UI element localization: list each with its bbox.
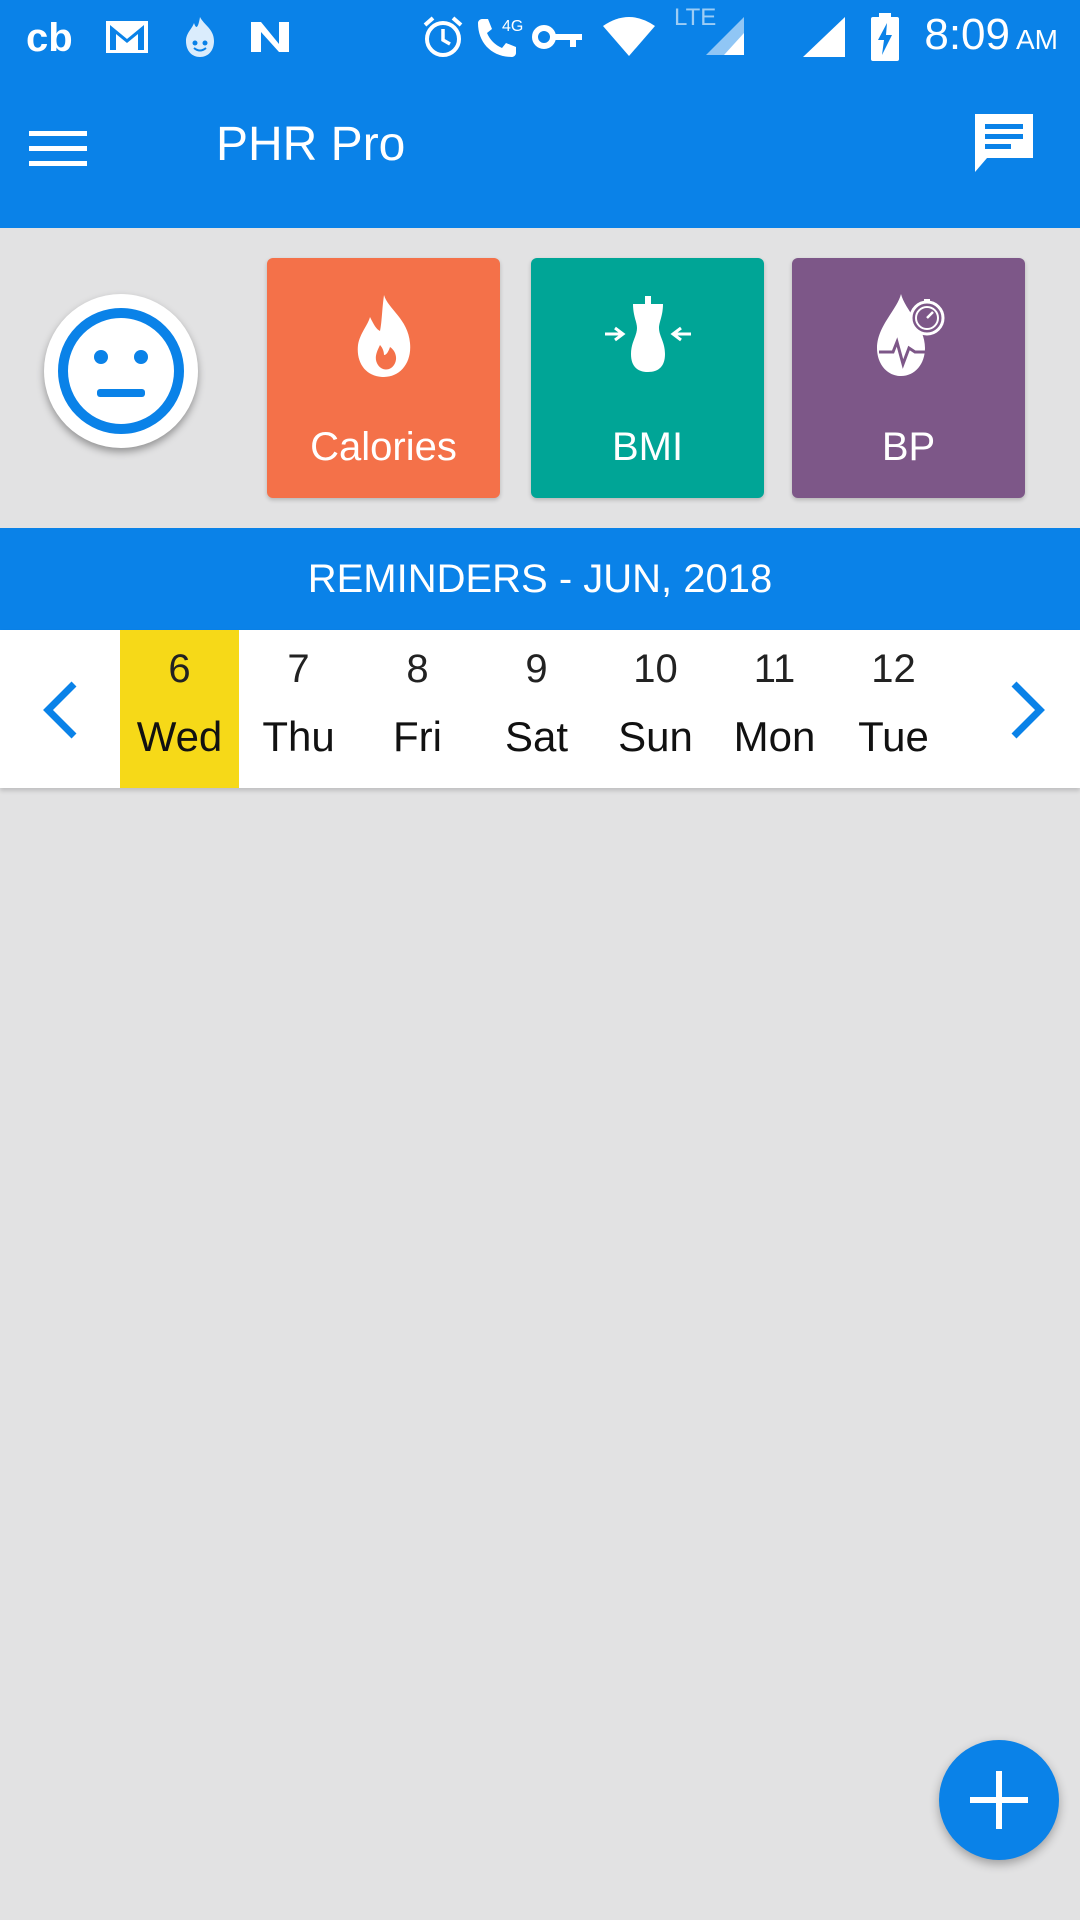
app-title: PHR Pro: [216, 118, 406, 171]
hamburger-menu-icon: [29, 131, 87, 166]
alarm-icon: [420, 12, 466, 62]
svg-text:LTE: LTE: [674, 4, 716, 31]
gmail-icon: [104, 12, 150, 62]
day-number: 9: [525, 647, 548, 691]
clock-ampm: AM: [1016, 24, 1058, 55]
day-item-fri[interactable]: 8 Fri: [358, 630, 477, 788]
day-list: 6 Wed 7 Thu 8 Fri 9 Sat 10 Sun 11 Mon 12…: [120, 630, 953, 788]
previous-week-button[interactable]: [20, 670, 100, 750]
day-number: 8: [406, 647, 429, 691]
day-item-wed[interactable]: 6 Wed: [120, 630, 239, 788]
day-name: Mon: [733, 713, 816, 760]
day-name: Wed: [136, 713, 223, 760]
day-item-mon[interactable]: 11 Mon: [715, 630, 834, 788]
battery-charging-icon: [868, 12, 902, 62]
day-item-thu[interactable]: 7 Thu: [239, 630, 358, 788]
bmi-tile[interactable]: BMI: [531, 258, 764, 498]
date-strip: 6 Wed 7 Thu 8 Fri 9 Sat 10 Sun 11 Mon 12…: [0, 630, 1080, 788]
day-number: 6: [168, 647, 191, 691]
blood-pressure-drop-icon: [792, 286, 1025, 386]
day-item-sat[interactable]: 9 Sat: [477, 630, 596, 788]
n-app-icon: [248, 12, 292, 62]
hotspot-shield-icon: [178, 12, 222, 62]
day-name: Thu: [262, 713, 335, 760]
body-measure-icon: [531, 286, 764, 386]
chat-button[interactable]: [964, 103, 1044, 183]
bp-tile-label: BP: [881, 425, 936, 469]
clock: 8:09 AM: [924, 10, 1058, 60]
wifi-icon: [600, 12, 658, 62]
day-name: Sat: [504, 713, 569, 760]
add-reminder-button[interactable]: [939, 1740, 1059, 1860]
app-bar: PHR Pro: [0, 75, 1080, 228]
cb-app-icon: cb: [24, 12, 84, 62]
chat-message-icon: [975, 114, 1033, 172]
clock-time: 8:09: [924, 10, 1010, 59]
neutral-face-icon: [58, 308, 184, 434]
day-item-tue[interactable]: 12 Tue: [834, 630, 953, 788]
menu-button[interactable]: [22, 113, 94, 185]
reminders-header: REMINDERS - JUN, 2018: [0, 528, 1080, 630]
day-name: Sun: [618, 713, 693, 760]
status-bar: cb 4G LTE 8:09 AM: [0, 0, 1080, 75]
day-number: 11: [753, 647, 796, 691]
day-number: 7: [287, 647, 310, 691]
day-number: 12: [871, 647, 916, 691]
mood-avatar[interactable]: [44, 294, 198, 448]
svg-text:cb: cb: [26, 17, 73, 57]
signal-icon: [800, 12, 848, 62]
bp-tile[interactable]: BP: [792, 258, 1025, 498]
dashboard-tiles: Calories BMI BP: [0, 228, 1080, 528]
chevron-right-icon: [1011, 681, 1045, 739]
next-week-button[interactable]: [988, 670, 1068, 750]
signal-icon: LTE: [672, 4, 752, 56]
chevron-left-icon: [43, 681, 77, 739]
calories-tile[interactable]: Calories: [267, 258, 500, 498]
svg-text:4G: 4G: [502, 18, 523, 35]
plus-icon: [970, 1771, 1028, 1829]
bmi-tile-label: BMI: [611, 425, 684, 469]
volte-call-icon: 4G: [472, 12, 528, 62]
day-item-sun[interactable]: 10 Sun: [596, 630, 715, 788]
calories-tile-label: Calories: [310, 425, 457, 469]
day-name: Fri: [393, 713, 442, 760]
day-number: 10: [633, 647, 678, 691]
flame-icon: [267, 286, 500, 386]
vpn-key-icon: [532, 12, 584, 62]
day-name: Tue: [858, 713, 929, 760]
